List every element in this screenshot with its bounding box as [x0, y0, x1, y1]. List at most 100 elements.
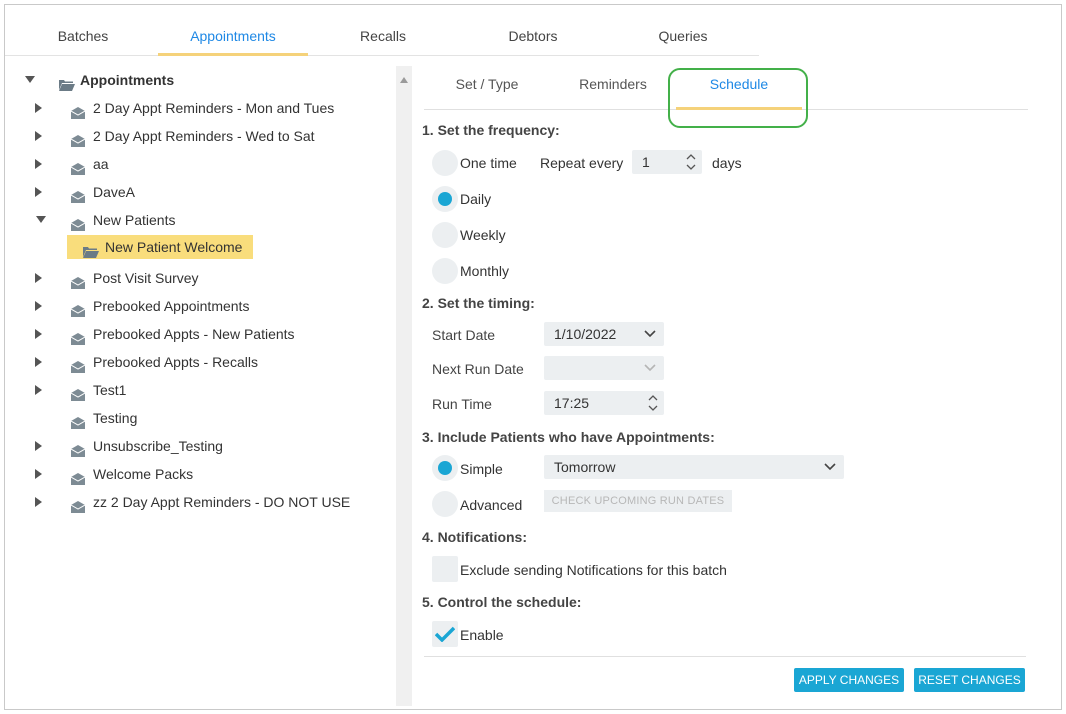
top-tab-bar: Batches Appointments Recalls Debtors Que… — [5, 22, 759, 56]
tree-scrollbar[interactable] — [396, 66, 412, 706]
caret-down-icon[interactable] — [25, 76, 35, 86]
include-title: 3. Include Patients who have Appointment… — [422, 429, 715, 445]
stepper-arrows-icon[interactable] — [648, 393, 658, 413]
tree-item-label: zz 2 Day Appt Reminders - DO NOT USE — [93, 494, 351, 510]
scroll-up-icon[interactable] — [400, 70, 408, 86]
simple-range-value: Tomorrow — [554, 459, 616, 475]
repeat-value: 1 — [642, 154, 650, 170]
tree-item[interactable]: Welcome Packs — [5, 462, 385, 486]
tab-reminders[interactable]: Reminders — [550, 76, 676, 110]
caret-right-icon[interactable] — [35, 301, 45, 311]
batch-envelope-icon — [70, 468, 86, 485]
tree-item-label: Testing — [93, 410, 138, 426]
tree-item[interactable]: DaveA — [5, 180, 385, 204]
repeat-unit-label: days — [712, 155, 742, 171]
radio-daily[interactable] — [432, 186, 458, 212]
control-title: 5. Control the schedule: — [422, 594, 582, 610]
caret-right-icon[interactable] — [35, 329, 45, 339]
tab-recalls[interactable]: Recalls — [308, 22, 458, 56]
tab-appointments[interactable]: Appointments — [158, 22, 308, 56]
stepper-arrows-icon[interactable] — [686, 152, 696, 172]
batch-envelope-icon — [70, 186, 86, 203]
radio-weekly[interactable] — [432, 222, 458, 248]
apply-changes-button[interactable]: APPLY CHANGES — [794, 668, 904, 692]
caret-right-icon[interactable] — [35, 441, 45, 451]
caret-right-icon[interactable] — [35, 187, 45, 197]
batch-envelope-icon — [70, 496, 86, 513]
next-run-label: Next Run Date — [432, 361, 524, 377]
tree-item-selected[interactable]: New Patient Welcome — [67, 235, 253, 259]
radio-selected-dot — [438, 461, 452, 475]
tree-item[interactable]: 2 Day Appt Reminders - Mon and Tues — [5, 96, 385, 120]
tree-item-label: Prebooked Appts - New Patients — [93, 326, 295, 342]
batch-envelope-icon — [70, 214, 86, 231]
tree-item[interactable]: Prebooked Appointments — [5, 294, 385, 318]
batch-envelope-icon — [70, 272, 86, 289]
tree-item[interactable]: Post Visit Survey — [5, 266, 385, 290]
tree-item[interactable]: Test1 — [5, 378, 385, 402]
radio-selected-dot — [438, 192, 452, 206]
caret-right-icon[interactable] — [35, 385, 45, 395]
folder-open-icon — [83, 241, 99, 258]
tab-queries[interactable]: Queries — [608, 22, 758, 56]
tree-item[interactable]: 2 Day Appt Reminders - Wed to Sat — [5, 124, 385, 148]
folder-open-icon — [59, 74, 75, 91]
tree-item-label: Prebooked Appointments — [93, 298, 250, 314]
caret-down-icon[interactable] — [36, 216, 46, 226]
schedule-tab-highlight — [668, 68, 808, 128]
batch-envelope-icon — [70, 440, 86, 457]
chevron-down-icon — [644, 356, 656, 387]
tree-item-label: 2 Day Appt Reminders - Mon and Tues — [93, 100, 335, 116]
tree-item[interactable]: zz 2 Day Appt Reminders - DO NOT USE — [5, 490, 385, 514]
divider — [424, 656, 1026, 657]
batch-envelope-icon — [70, 158, 86, 175]
check-upcoming-run-dates-button[interactable]: CHECK UPCOMING RUN DATES — [544, 490, 732, 512]
tree-item[interactable]: Unsubscribe_Testing — [5, 434, 385, 458]
run-time-stepper[interactable]: 17:25 — [544, 391, 664, 415]
run-time-value: 17:25 — [554, 395, 590, 411]
run-time-label: Run Time — [432, 396, 492, 412]
caret-right-icon[interactable] — [35, 131, 45, 141]
batch-envelope-icon — [70, 412, 86, 429]
tree-item-label: 2 Day Appt Reminders - Wed to Sat — [93, 128, 315, 144]
tree-item[interactable]: Prebooked Appts - New Patients — [5, 322, 385, 346]
tree-item[interactable]: New Patients — [5, 208, 385, 232]
exclude-notifications-checkbox[interactable] — [432, 556, 458, 582]
radio-one-time[interactable] — [432, 150, 458, 176]
start-date-label: Start Date — [432, 327, 496, 343]
exclude-notifications-label: Exclude sending Notifications for this b… — [460, 562, 727, 578]
enable-checkbox[interactable] — [432, 621, 458, 647]
caret-right-icon[interactable] — [35, 357, 45, 367]
start-date-select[interactable]: 1/10/2022 — [544, 322, 664, 346]
chevron-down-icon — [644, 322, 656, 353]
tree-item[interactable]: Prebooked Appts - Recalls — [5, 350, 385, 374]
batch-envelope-icon — [70, 300, 86, 317]
tree-item[interactable]: aa — [5, 152, 385, 176]
caret-right-icon[interactable] — [35, 103, 45, 113]
tab-debtors[interactable]: Debtors — [458, 22, 608, 56]
simple-range-select[interactable]: Tomorrow — [544, 455, 844, 479]
caret-right-icon[interactable] — [35, 159, 45, 169]
next-run-select[interactable] — [544, 356, 664, 380]
start-date-value: 1/10/2022 — [554, 326, 617, 342]
tree-root[interactable]: Appointments — [5, 68, 385, 92]
repeat-every-stepper[interactable]: 1 — [632, 150, 702, 174]
frequency-title: 1. Set the frequency: — [422, 122, 560, 138]
tree-item-label: Unsubscribe_Testing — [93, 438, 223, 454]
caret-right-icon[interactable] — [35, 273, 45, 283]
reset-changes-button[interactable]: RESET CHANGES — [914, 668, 1025, 692]
caret-right-icon[interactable] — [35, 497, 45, 507]
tree-item-label: aa — [93, 156, 109, 172]
batch-envelope-icon — [70, 130, 86, 147]
tab-set-type[interactable]: Set / Type — [424, 76, 550, 110]
tree-item[interactable]: Testing — [5, 406, 385, 430]
batch-tree: Appointments 2 Day Appt Reminders - Mon … — [5, 62, 395, 706]
weekly-label: Weekly — [460, 227, 506, 243]
chevron-down-icon — [824, 455, 836, 486]
caret-right-icon[interactable] — [35, 469, 45, 479]
tree-item-label: Test1 — [93, 382, 127, 398]
radio-monthly[interactable] — [432, 258, 458, 284]
radio-simple[interactable] — [432, 455, 458, 481]
tab-batches[interactable]: Batches — [8, 22, 158, 56]
radio-advanced[interactable] — [432, 491, 458, 517]
